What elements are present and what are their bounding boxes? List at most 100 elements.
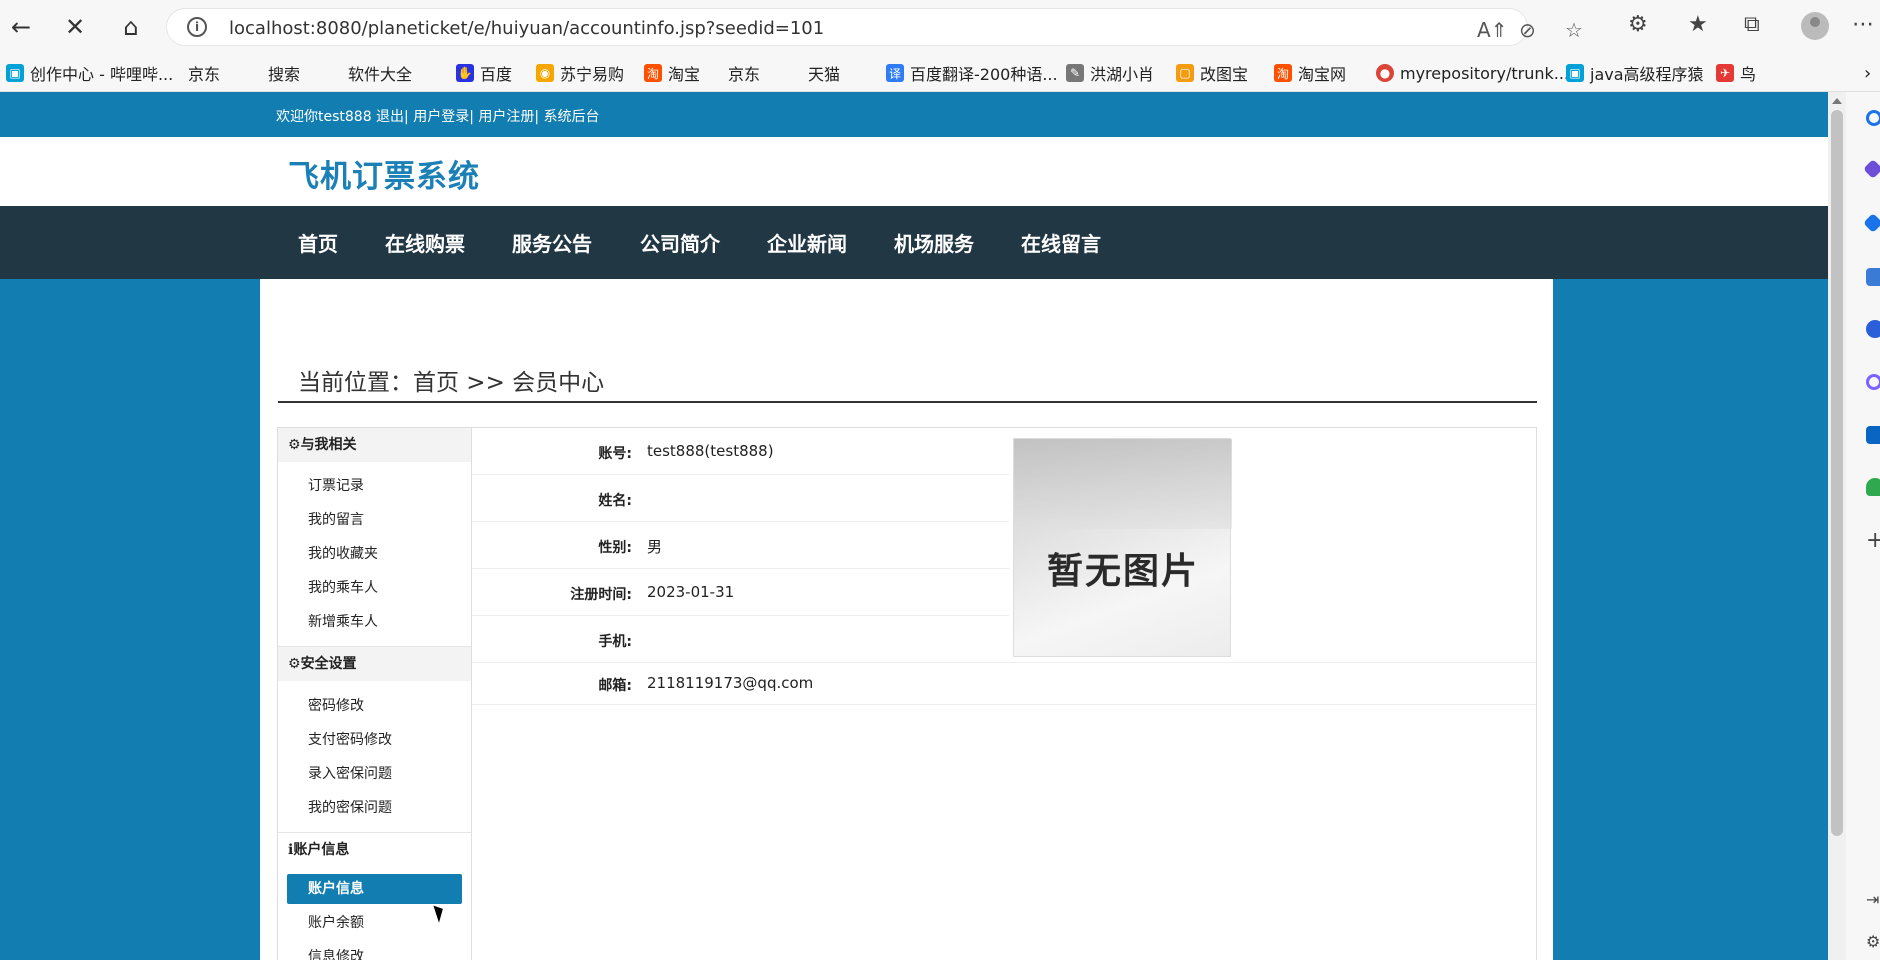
scrollbar-thumb[interactable] [1831, 110, 1843, 836]
address-bar[interactable]: i localhost:8080/planeticket/e/huiyuan/a… [166, 8, 1583, 46]
breadcrumb: 当前位置：首页 >> 会员中心 [298, 370, 605, 396]
user-links[interactable]: 欢迎你test888 退出| 用户登录| 用户注册| 系统后台 [276, 106, 600, 126]
bilibili-icon: ▣ [1566, 64, 1584, 82]
bookmark-item[interactable]: ✎ 洪湖小肖 [1066, 61, 1154, 85]
bookmark-item[interactable]: 搜索 [268, 61, 300, 171]
zoom-icon[interactable]: ⊘ [1519, 18, 1536, 42]
copilot-icon[interactable] [1863, 159, 1880, 179]
sidebar-item-enter-security-question[interactable]: 录入密保问题 [308, 763, 392, 783]
profile-avatar-icon[interactable] [1801, 12, 1829, 40]
sidebar-item-favorites[interactable]: 我的收藏夹 [308, 543, 378, 563]
sidebar-group-related: ⚙与我相关 [278, 428, 471, 462]
bookmark-item[interactable]: ◉ 苏宁易购 [536, 61, 624, 85]
bilibili-icon: ▣ [6, 64, 24, 82]
bookmark-item[interactable]: ▢ 改图宝 [1176, 61, 1248, 85]
sidebar-item-edit-info[interactable]: 信息修改 [308, 946, 364, 960]
feather-icon: ✎ [1066, 64, 1084, 82]
favorites-icon[interactable]: ★ [1688, 12, 1708, 37]
bookmark-item[interactable]: 软件大全 [348, 61, 412, 171]
nav-item-notices[interactable]: 服务公告 [512, 228, 592, 257]
bookmark-item[interactable]: ✋ 百度 [456, 61, 512, 85]
home-icon[interactable]: ⌂ [114, 10, 148, 44]
info-row-phone: 手机: [472, 616, 1536, 663]
sidebar-item-change-pay-password[interactable]: 支付密码修改 [308, 729, 392, 749]
page-scrollbar[interactable] [1828, 92, 1846, 960]
bookmarks-overflow-chevron-icon[interactable]: › [1864, 61, 1871, 85]
office-icon[interactable] [1866, 374, 1880, 390]
info-label: 注册时间: [570, 587, 632, 603]
sidebar-item-my-messages[interactable]: 我的留言 [308, 509, 364, 529]
bookmark-item[interactable]: 淘淘宝网 [1274, 61, 1346, 85]
site-info-icon[interactable]: i [187, 17, 207, 37]
tree-icon[interactable] [1866, 478, 1880, 496]
gaitubao-icon: ▢ [1176, 64, 1194, 82]
url-text[interactable]: localhost:8080/planeticket/e/huiyuan/acc… [229, 18, 824, 39]
people-icon[interactable] [1866, 320, 1880, 338]
avatar-photo-placeholder: 暂无图片 [1013, 438, 1232, 657]
sidebar-group-account: ℹ账户信息 [278, 833, 471, 867]
sidebar-item-bookings[interactable]: 订票记录 [308, 475, 364, 495]
no-image-text: 暂无图片 [1046, 551, 1199, 592]
extensions-icon[interactable]: ⚙ [1628, 12, 1648, 37]
info-label: 性别: [598, 540, 632, 556]
bookmark-item[interactable]: 淘淘宝 [644, 61, 700, 85]
nav-item-messages[interactable]: 在线留言 [1021, 228, 1101, 257]
sidebar-item-change-password[interactable]: 密码修改 [308, 695, 364, 715]
nav-item-company[interactable]: 公司简介 [640, 228, 720, 257]
bookmark-item[interactable]: 天猫 [808, 61, 840, 171]
info-label: 邮箱: [598, 678, 632, 694]
stop-loading-icon[interactable]: ✕ [58, 10, 92, 44]
scroll-up-arrow-icon[interactable] [1832, 98, 1842, 104]
nav-item-airport-service[interactable]: 机场服务 [894, 228, 974, 257]
info-value: 2118119173@qq.com [647, 674, 814, 692]
outlook-icon[interactable] [1866, 426, 1880, 444]
bookmark-item[interactable]: ● myrepository/trunk... [1376, 61, 1569, 85]
sidebar-item-add-passenger[interactable]: 新增乘车人 [308, 611, 378, 631]
baidu-icon: ✋ [456, 64, 474, 82]
settings-gear-icon[interactable]: ⚙ [1866, 932, 1880, 951]
collections-icon[interactable]: ⧉ [1744, 12, 1760, 37]
add-icon[interactable]: + [1866, 528, 1880, 553]
shopping-icon[interactable] [1866, 268, 1880, 286]
translate-icon: 译 [886, 64, 904, 82]
browser-toolbar: ← ✕ ⌂ i localhost:8080/planeticket/e/hui… [0, 0, 1880, 54]
gear-icon: ⚙ [288, 656, 301, 672]
breadcrumb-divider [278, 401, 1537, 403]
site-header: 飞机订票系统 [0, 137, 1828, 206]
nav-item-news[interactable]: 企业新闻 [767, 228, 847, 257]
web-page: 欢迎你test888 退出| 用户登录| 用户注册| 系统后台 飞机订票系统 首… [0, 92, 1828, 960]
bird-icon: ✈ [1716, 64, 1734, 82]
expand-sidebar-icon[interactable]: ⇥ [1866, 890, 1879, 909]
nav-item-buy-ticket[interactable]: 在线购票 [385, 228, 465, 257]
bookmark-item[interactable]: 京东 [188, 61, 220, 171]
info-row-email: 邮箱: 2118119173@qq.com [472, 663, 1536, 705]
bookmark-item[interactable]: 译百度翻译-200种语... [886, 61, 1058, 85]
add-favorite-icon[interactable]: ☆ [1565, 18, 1583, 42]
sidebar-item-account-info[interactable]: 账户信息 [287, 874, 462, 904]
bookmark-item[interactable]: ✈ 鸟 [1716, 61, 1756, 85]
tools-icon[interactable] [1863, 213, 1880, 233]
placeholder-background [1014, 439, 1232, 529]
main-content: 当前位置：首页 >> 会员中心 ⚙与我相关 订票记录 我的留言 我的收藏夹 我的… [260, 279, 1553, 960]
bookmark-item[interactable]: ▣ java高级程序猿 [1566, 61, 1704, 85]
sidebar-group-security: ⚙安全设置 [278, 647, 471, 681]
nav-item-home[interactable]: 首页 [298, 228, 338, 257]
bookmark-item[interactable]: ▣ 创作中心 - 哔哩哔... [6, 61, 173, 85]
main-nav: 首页 在线购票 服务公告 公司简介 企业新闻 机场服务 在线留言 [0, 206, 1828, 279]
sidebar-item-passengers[interactable]: 我的乘车人 [308, 577, 378, 597]
info-row-account: 账号: test888(test888) [472, 428, 1009, 475]
bookmarks-bar: ▣ 创作中心 - 哔哩哔... 京东 搜索 软件大全 ✋ 百度 ◉ 苏宁易购 淘淘宝 … [0, 54, 1880, 171]
taobao-icon: 淘 [1274, 64, 1292, 82]
read-aloud-icon[interactable]: A⇑ [1477, 18, 1507, 42]
info-value: 男 [647, 538, 663, 556]
sidebar-item-my-security-question[interactable]: 我的密保问题 [308, 797, 392, 817]
site-logo[interactable]: 飞机订票系统 [288, 151, 480, 196]
bookmark-item[interactable]: 京东 [728, 61, 760, 171]
search-icon[interactable] [1866, 110, 1880, 126]
chrome-icon: ● [1376, 64, 1394, 82]
more-menu-icon[interactable]: ⋯ [1852, 12, 1874, 37]
back-arrow-icon[interactable]: ← [4, 10, 38, 44]
info-label: 账号: [598, 446, 632, 462]
gear-icon: ⚙ [288, 437, 301, 453]
sidebar-item-balance[interactable]: 账户余额 [308, 912, 364, 932]
